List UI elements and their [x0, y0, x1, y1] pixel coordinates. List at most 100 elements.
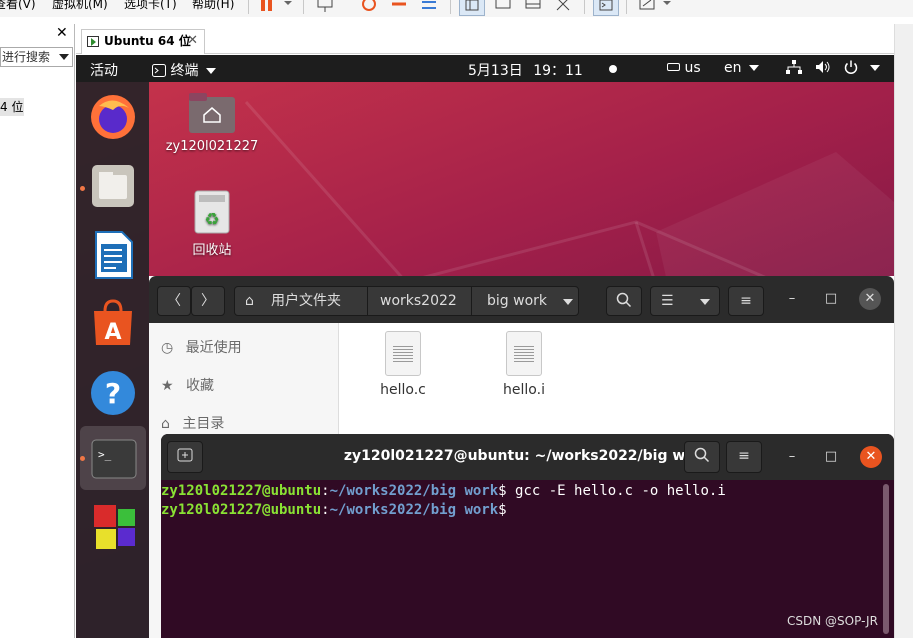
desktop-home-folder[interactable]: zy120l021227 [164, 91, 260, 154]
menu-button[interactable]: ≡ [728, 286, 764, 316]
prompt-dollar: $ [498, 502, 507, 518]
unity-icon[interactable] [554, 0, 572, 14]
file-hello-c[interactable]: hello.c [363, 331, 443, 398]
sidebar-item-home[interactable]: ⌂ 主目录 [161, 413, 224, 433]
list-view-icon: ☰ [661, 293, 674, 309]
volume-icon[interactable] [815, 60, 831, 79]
back-button[interactable]: 〈 [157, 286, 191, 316]
snapshot-icon[interactable] [360, 0, 378, 14]
host-menubar: 查看(V) 虚拟机(M) 选项卡(T) 帮助(H) [0, 0, 913, 17]
activities-button[interactable]: 活动 [90, 60, 118, 80]
library-search-input[interactable]: 进行搜索 [0, 47, 73, 67]
search-button[interactable] [606, 286, 642, 316]
home-icon[interactable]: ⌂ [245, 287, 254, 315]
apps-grid-icon [94, 505, 135, 549]
menu-vm[interactable]: 虚拟机(M) [52, 0, 108, 12]
terminal-scrollbar[interactable] [883, 484, 889, 634]
clock[interactable]: 5月13日 19：11 [468, 60, 618, 80]
app-menu[interactable]: 终端 [152, 60, 216, 80]
toolbar-separator [584, 0, 585, 14]
chevron-down-icon[interactable] [59, 54, 69, 60]
power-icon[interactable] [843, 60, 859, 79]
chevron-down-icon[interactable] [563, 299, 573, 305]
dock-show-applications[interactable] [84, 497, 142, 555]
system-menu-chevron-down-icon[interactable] [867, 60, 880, 76]
sidebar-item-starred[interactable]: ★ 收藏 [161, 375, 214, 395]
search-icon [694, 447, 710, 463]
star-icon: ★ [161, 378, 174, 394]
desktop-trash[interactable]: ♻ 回收站 [176, 189, 248, 258]
terminal-output[interactable]: zy120l021227@ubuntu:~/works2022/big work… [161, 480, 894, 638]
path-separator [367, 287, 368, 315]
vm-tab-close-button[interactable]: ✕ [187, 30, 198, 52]
dock-help[interactable]: ? [84, 364, 142, 422]
revert-snapshot-icon[interactable] [390, 0, 408, 14]
terminal-search-button[interactable] [684, 441, 720, 473]
view-console-icon[interactable] [494, 0, 512, 14]
sidebar-item-label: 最近使用 [185, 340, 242, 356]
dock-firefox[interactable] [84, 88, 142, 146]
terminal-menu-button[interactable]: ≡ [726, 441, 762, 473]
firefox-icon [91, 95, 135, 139]
sidebar-item-recent[interactable]: ◷ 最近使用 [161, 337, 242, 357]
language-indicator[interactable]: en [724, 60, 759, 76]
view-options-button[interactable]: ☰ [650, 286, 720, 316]
snapshot-manager-icon[interactable] [420, 0, 438, 14]
host-scrollbar[interactable] [894, 24, 913, 638]
prompt-user: zy120l021227@ubuntu [161, 483, 322, 499]
view-library-toggle[interactable] [459, 0, 485, 16]
library-vm-item[interactable]: 4 位 [0, 98, 24, 116]
prompt-user: zy120l021227@ubuntu [161, 502, 322, 518]
terminal-close-button[interactable]: ✕ [860, 446, 882, 468]
dock-terminal[interactable]: >_ [84, 429, 142, 487]
terminal-maximize-button[interactable]: □ [820, 446, 842, 468]
close-button[interactable]: ✕ [859, 288, 881, 310]
fullscreen-icon[interactable] [524, 0, 542, 14]
sidebar-item-label: 收藏 [186, 378, 215, 394]
dock: A ? >_ [76, 82, 149, 638]
menu-tabs[interactable]: 选项卡(T) [124, 0, 177, 12]
toolbar-separator [303, 0, 304, 14]
prompt-path: ~/works2022/big work [329, 483, 499, 499]
path-segment-works2022[interactable]: works2022 [380, 287, 457, 315]
terminal-window[interactable]: zy120l021227@ubuntu: ~/works2022/big wor… [161, 434, 894, 638]
hamburger-icon: ≡ [738, 448, 750, 464]
terminal-icon [152, 64, 166, 77]
home-folder-icon [189, 93, 235, 133]
pause-dropdown-icon[interactable] [283, 0, 293, 14]
home-icon: ⌂ [161, 416, 170, 432]
guest-screen[interactable]: 活动 终端 5月13日 19：11 us en A ? >_ zy120l021… [76, 55, 894, 638]
keyboard-layout-label: us [684, 60, 701, 76]
chevron-down-icon [700, 299, 710, 305]
watermark: CSDN @SOP-JR [787, 614, 878, 628]
terminal-minimize-button[interactable]: – [781, 446, 803, 468]
maximize-button[interactable]: □ [820, 288, 842, 310]
pause-icon[interactable] [258, 0, 276, 14]
dock-libreoffice-writer[interactable] [84, 226, 142, 284]
text-file-icon [385, 331, 421, 376]
send-keys-icon[interactable] [316, 0, 334, 14]
minimize-button[interactable]: – [781, 288, 803, 310]
menu-help[interactable]: 帮助(H) [192, 0, 234, 12]
search-icon [616, 292, 632, 308]
vm-tab-ubuntu[interactable]: Ubuntu 64 位 ✕ [81, 29, 205, 54]
menu-view[interactable]: 查看(V) [0, 0, 36, 12]
path-segment-home[interactable]: 用户文件夹 [271, 287, 341, 315]
library-close-button[interactable]: ✕ [56, 25, 68, 41]
chevron-down-icon [748, 65, 759, 71]
path-segment-big-work[interactable]: big work [487, 287, 547, 315]
svg-text:A: A [104, 320, 121, 345]
stretch-dropdown-icon[interactable] [662, 0, 672, 14]
dock-ubuntu-software[interactable]: A [84, 295, 142, 353]
file-name: hello.c [380, 382, 426, 398]
stretch-icon[interactable] [638, 0, 656, 14]
forward-button[interactable]: 〉 [191, 286, 225, 316]
console-view-toggle[interactable] [593, 0, 619, 16]
vm-running-icon [87, 36, 99, 47]
dock-files[interactable] [84, 157, 142, 215]
network-icon[interactable] [786, 60, 802, 79]
svg-text:>_: >_ [98, 448, 112, 461]
file-hello-i[interactable]: hello.i [484, 331, 564, 398]
path-bar: ⌂ 用户文件夹 works2022 big work [234, 286, 579, 316]
keyboard-indicator[interactable]: us [667, 60, 701, 76]
